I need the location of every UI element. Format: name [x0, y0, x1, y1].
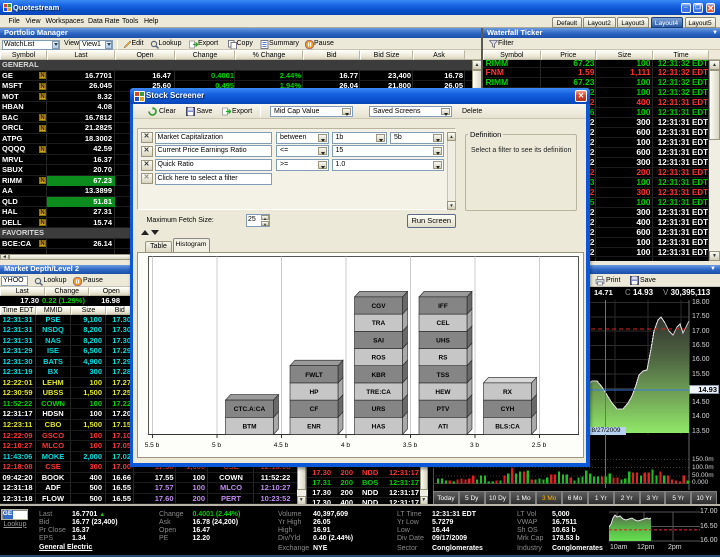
svg-text:BTM: BTM — [242, 423, 256, 430]
svg-text:FWLT: FWLT — [305, 371, 323, 378]
svg-text:SAI: SAI — [373, 337, 384, 344]
svg-text:HAS: HAS — [371, 423, 385, 430]
svg-text:HEW: HEW — [435, 389, 451, 396]
svg-text:CF: CF — [309, 406, 318, 413]
svg-text:KBR: KBR — [371, 371, 385, 378]
svg-text:TRE:CA: TRE:CA — [366, 389, 391, 396]
svg-text:CGV: CGV — [371, 303, 386, 310]
svg-text:TRA: TRA — [371, 320, 385, 327]
svg-text:UHS: UHS — [436, 337, 450, 344]
svg-text:IFF: IFF — [438, 303, 448, 310]
svg-text:CEL: CEL — [436, 320, 449, 327]
svg-text:TSS: TSS — [436, 371, 449, 378]
svg-text:HP: HP — [309, 389, 319, 396]
svg-text:BLS:CA: BLS:CA — [495, 423, 520, 430]
svg-text:ROS: ROS — [371, 354, 386, 361]
svg-text:PTV: PTV — [436, 406, 449, 413]
svg-text:URS: URS — [371, 406, 385, 413]
svg-text:RS: RS — [438, 354, 448, 361]
svg-text:CTC.A:CA: CTC.A:CA — [233, 406, 265, 413]
svg-text:CYH: CYH — [500, 406, 514, 413]
svg-text:ATI: ATI — [438, 423, 448, 430]
svg-text:RX: RX — [502, 389, 512, 396]
svg-text:ENR: ENR — [307, 423, 321, 430]
